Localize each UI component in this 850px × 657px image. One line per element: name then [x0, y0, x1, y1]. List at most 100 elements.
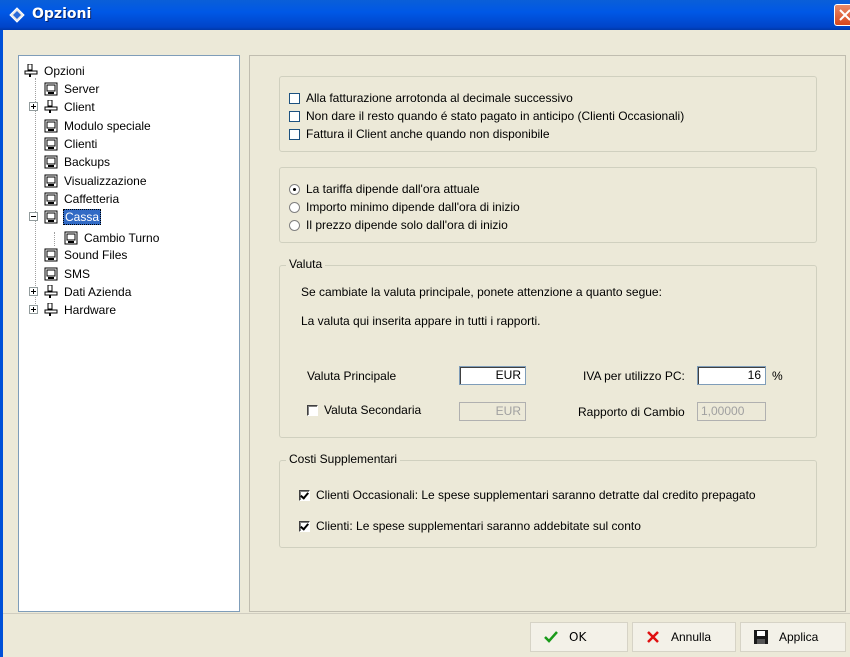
checkbox-label: Clienti Occasionali: Le spese supplement… [316, 488, 756, 502]
tree-item-modulo-speciale[interactable]: Modulo speciale [44, 117, 152, 135]
tree-item-hardware[interactable]: Hardware [44, 301, 117, 319]
checkbox[interactable] [289, 110, 300, 122]
tree-item-label: Backups [64, 155, 111, 169]
close-button[interactable] [834, 4, 850, 26]
ok-button-label: OK [569, 630, 587, 644]
vat-unit: % [772, 369, 783, 383]
cancel-button-label: Annulla [671, 630, 712, 644]
currency-note-reports: La valuta qui inserita appare in tutti i… [301, 314, 541, 328]
page-icon [64, 231, 78, 245]
tree-item-label: Dati Azienda [64, 285, 132, 299]
extra-costs-group [279, 460, 817, 548]
title-bar: Opzioni [0, 0, 850, 30]
radio-label: Il prezzo dipende solo dall'ora di inizi… [306, 218, 508, 232]
tree-item-label: Server [64, 82, 100, 96]
tree-item-label: Clienti [64, 137, 98, 151]
tree-item-opzioni[interactable]: Opzioni [24, 62, 86, 80]
page-icon [44, 248, 58, 262]
tree-line [54, 232, 55, 246]
cancel-button[interactable]: Annulla [632, 622, 736, 652]
tree-item-label: Hardware [64, 303, 117, 317]
tree-item-clienti[interactable]: Clienti [44, 135, 98, 153]
checkbox-label: Valuta Secondaria [324, 403, 422, 417]
currency-note-change: Se cambiate la valuta principale, ponete… [301, 285, 662, 299]
window-title: Opzioni [32, 6, 92, 22]
tree-item-caffetteria[interactable]: Caffetteria [44, 190, 120, 208]
exchange-rate-label: Rapporto di Cambio [578, 405, 685, 419]
tree-item-label: Opzioni [44, 64, 85, 78]
page-icon [44, 82, 58, 96]
page-icon [44, 192, 58, 206]
checkbox[interactable] [289, 128, 300, 140]
page-icon [44, 210, 58, 224]
tariff-option-current-time[interactable]: La tariffa dipende dall'ora attuale [289, 182, 480, 196]
tree-expand-toggle[interactable] [29, 102, 38, 111]
close-icon [839, 9, 850, 21]
radio-button[interactable] [289, 219, 300, 231]
tree-item-cassa[interactable]: Cassa [44, 208, 102, 226]
checkbox[interactable] [307, 404, 318, 416]
tariff-option-start-time[interactable]: Il prezzo dipende solo dall'ora di inizi… [289, 218, 508, 232]
tree-expand-toggle[interactable] [29, 305, 38, 314]
tree-item-label: Client [64, 100, 95, 114]
page-icon [44, 119, 58, 133]
billing-option-round[interactable]: Alla fatturazione arrotonda al decimale … [289, 91, 573, 105]
tree-item-label: Caffetteria [64, 192, 120, 206]
ok-button[interactable]: OK [530, 622, 628, 652]
radio-label: La tariffa dipende dall'ora attuale [306, 182, 480, 196]
page-icon [44, 155, 58, 169]
floppy-disk-icon [754, 630, 768, 644]
cross-icon [647, 631, 659, 643]
tree-item-visualizzazione[interactable]: Visualizzazione [44, 172, 148, 190]
checkbox[interactable] [289, 92, 300, 104]
tree-item-sms[interactable]: SMS [44, 265, 91, 283]
extra-costs-group-title: Costi Supplementari [286, 452, 401, 466]
tree-item-label: Sound Files [64, 248, 128, 262]
tariff-option-minimum[interactable]: Importo minimo dipende dall'ora di inizi… [289, 200, 520, 214]
computer-icon [44, 99, 58, 114]
billing-option-no-change[interactable]: Non dare il resto quando é stato pagato … [289, 109, 684, 123]
radio-button[interactable] [289, 201, 300, 213]
tree-item-backups[interactable]: Backups [44, 153, 111, 171]
tree-item-label: SMS [64, 267, 91, 281]
apply-button-label: Applica [779, 630, 819, 644]
checkbox[interactable] [299, 520, 310, 532]
tree-line [35, 78, 36, 314]
tree-item-label: Cambio Turno [84, 231, 160, 245]
billing-option-bill-unavailable[interactable]: Fattura il Client anche quando non dispo… [289, 127, 550, 141]
app-diamond-icon [9, 7, 25, 23]
tree-item-label: Visualizzazione [64, 174, 147, 188]
main-currency-input[interactable]: EUR [459, 366, 526, 385]
radio-button[interactable] [289, 183, 300, 195]
page-icon [44, 137, 58, 151]
tree-collapse-toggle[interactable] [29, 212, 38, 221]
checkbox-label: Non dare il resto quando é stato pagato … [306, 109, 685, 123]
checkmark-icon [544, 631, 558, 643]
vat-label: IVA per utilizzo PC: [583, 369, 685, 383]
computer-icon [44, 284, 58, 299]
currency-group-title: Valuta [286, 257, 326, 271]
tree-item-cambio-turno[interactable]: Cambio Turno [64, 229, 160, 247]
tree-item-label: Modulo speciale [64, 119, 151, 133]
checkbox[interactable] [299, 489, 310, 501]
exchange-rate-input: 1,00000 [697, 402, 766, 421]
tree-item-server[interactable]: Server [44, 80, 100, 98]
tree-expand-toggle[interactable] [29, 287, 38, 296]
page-icon [44, 174, 58, 188]
extra-costs-occasional[interactable]: Clienti Occasionali: Le spese supplement… [299, 488, 756, 502]
button-bar-divider [3, 613, 850, 614]
extra-costs-clients[interactable]: Clienti: Le spese supplementari saranno … [299, 519, 641, 533]
checkbox-label: Clienti: Le spese supplementari saranno … [316, 519, 641, 533]
checkbox-label: Alla fatturazione arrotonda al decimale … [306, 91, 573, 105]
radio-label: Importo minimo dipende dall'ora di inizi… [306, 200, 520, 214]
apply-button[interactable]: Applica [740, 622, 846, 652]
secondary-currency-option[interactable]: Valuta Secondaria [307, 403, 421, 417]
secondary-currency-input: EUR [459, 402, 526, 421]
checkbox-label: Fattura il Client anche quando non dispo… [306, 127, 550, 141]
tree-item-sound-files[interactable]: Sound Files [44, 246, 128, 264]
computer-icon [24, 63, 38, 78]
vat-input[interactable]: 16 [697, 366, 766, 385]
main-currency-label: Valuta Principale [307, 369, 397, 383]
tree-item-dati-azienda[interactable]: Dati Azienda [44, 283, 132, 301]
tree-item-client[interactable]: Client [44, 98, 96, 116]
